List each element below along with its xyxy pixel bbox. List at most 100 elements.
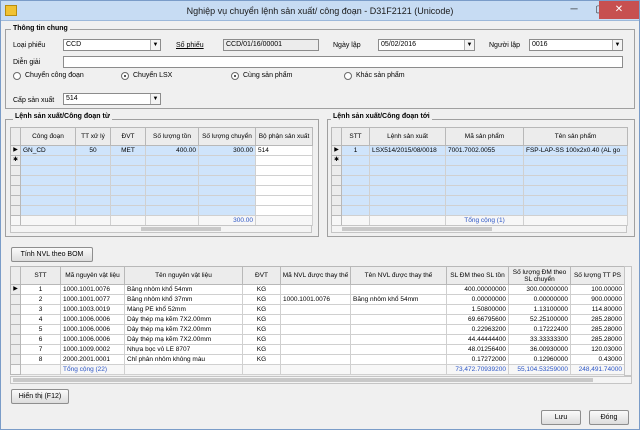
cell[interactable]: 300.00000000 bbox=[508, 284, 571, 295]
table-row[interactable]: 3 1000.1003.0019 Màng PE khổ 52mm KG 1.50800… bbox=[10, 304, 625, 315]
cell[interactable] bbox=[350, 284, 447, 295]
cell[interactable] bbox=[350, 344, 447, 355]
table-row[interactable]: ▶ 1 1000.1001.0076 Băng nhôm khổ 54mm KG 400.… bbox=[10, 284, 625, 295]
minimize-button[interactable]: ─ bbox=[561, 1, 587, 19]
col-bo-phan-san-xuat[interactable]: Bộ phận sản xuất bbox=[255, 127, 313, 146]
cell[interactable]: Dây thép mạ kẽm 7X2.00mm bbox=[124, 314, 243, 325]
table-row[interactable]: ▶ 1 LSX514/2015/08/0018 7001.7002.0055 F… bbox=[331, 145, 628, 156]
cell[interactable]: FSP-LAP-SS 100x2x0.40 (AL go bbox=[523, 145, 628, 156]
cell[interactable]: Màng PE khổ 52mm bbox=[124, 304, 243, 315]
col-ten-nvl-thay-the[interactable]: Tên NVL được thay thế bbox=[350, 266, 447, 285]
cell[interactable]: 44.44444400 bbox=[446, 334, 509, 345]
cell[interactable]: 1000.1009.0002 bbox=[60, 344, 125, 355]
col-stt[interactable]: STT bbox=[341, 127, 370, 146]
table-row[interactable]: 4 1000.1006.0006 Dây thép mạ kẽm 7X2.00mm K… bbox=[10, 314, 625, 325]
cell[interactable]: 400.00 bbox=[145, 145, 199, 156]
table-row[interactable]: 8 2000.2001.0001 Chỉ phân nhôm không màu KG… bbox=[10, 354, 625, 365]
cell[interactable]: Băng nhôm khổ 54mm bbox=[350, 294, 447, 305]
cell[interactable]: 1 bbox=[20, 284, 61, 295]
cell[interactable]: 0.22963200 bbox=[446, 324, 509, 335]
cell[interactable]: 2 bbox=[20, 294, 61, 305]
col-so-luong-tt-ps[interactable]: Số lượng TT PS bbox=[570, 266, 625, 285]
cell[interactable]: 36.00930000 bbox=[508, 344, 571, 355]
cell[interactable]: KG bbox=[242, 354, 281, 365]
luu-button[interactable]: Lưu bbox=[541, 410, 581, 425]
cell[interactable] bbox=[350, 314, 447, 325]
cell[interactable]: KG bbox=[242, 314, 281, 325]
material-grid-vscrollbar[interactable] bbox=[624, 266, 632, 376]
table-row[interactable]: 6 1000.1006.0006 Dây thép mạ kẽm 7X2.00mm K… bbox=[10, 334, 625, 345]
cell[interactable]: 5 bbox=[20, 324, 61, 335]
cap-san-xuat-combo[interactable]: 514 ▼ bbox=[63, 93, 161, 105]
cell[interactable]: 300.00 bbox=[198, 145, 256, 156]
cell[interactable]: 0.00000000 bbox=[446, 294, 509, 305]
dong-button[interactable]: Đóng bbox=[589, 410, 629, 425]
cell[interactable] bbox=[350, 334, 447, 345]
cell[interactable]: 52.25100000 bbox=[508, 314, 571, 325]
from-grid-hscrollbar[interactable] bbox=[10, 225, 312, 233]
scroll-thumb[interactable] bbox=[141, 227, 221, 231]
cell[interactable]: Băng nhôm khổ 37mm bbox=[124, 294, 243, 305]
cell[interactable]: 285.28000 bbox=[570, 324, 625, 335]
cell[interactable]: KG bbox=[242, 334, 281, 345]
cell[interactable]: Dây thép mạ kẽm 7X2.00mm bbox=[124, 334, 243, 345]
cell[interactable]: 33.33333300 bbox=[508, 334, 571, 345]
to-grid-hscrollbar[interactable] bbox=[331, 225, 627, 233]
col-dvt[interactable]: ĐVT bbox=[110, 127, 146, 146]
cell[interactable]: 2000.2001.0001 bbox=[60, 354, 125, 365]
cell[interactable]: 1000.1001.0077 bbox=[60, 294, 125, 305]
cell[interactable]: KG bbox=[242, 284, 281, 295]
cell[interactable]: 0.00000000 bbox=[508, 294, 571, 305]
cell[interactable]: 400.00000000 bbox=[446, 284, 509, 295]
cell[interactable] bbox=[280, 284, 351, 295]
cell[interactable] bbox=[280, 344, 351, 355]
cell[interactable]: 1.50800000 bbox=[446, 304, 509, 315]
scroll-thumb[interactable] bbox=[13, 378, 593, 382]
to-grid[interactable]: STT Lệnh sản xuất Mã sản phẩm Tên sản ph… bbox=[331, 127, 628, 226]
cell[interactable]: 69.66795600 bbox=[446, 314, 509, 325]
cell[interactable]: 4 bbox=[20, 314, 61, 325]
tinh-nvl-theo-bom-button[interactable]: Tính NVL theo BOM bbox=[11, 247, 93, 262]
col-ma-nvl-thay-the[interactable]: Mã NVL được thay thế bbox=[280, 266, 351, 285]
new-row[interactable]: ✱ bbox=[10, 155, 313, 166]
table-row[interactable]: ▶ GN_CD 50 MET 400.00 300.00 514 bbox=[10, 145, 313, 156]
cell[interactable]: 1000.1001.0076 bbox=[60, 284, 125, 295]
cell[interactable]: 3 bbox=[20, 304, 61, 315]
cell[interactable]: Băng nhôm khổ 54mm bbox=[124, 284, 243, 295]
radio-cung-san-pham[interactable] bbox=[231, 72, 239, 80]
cell[interactable]: 8 bbox=[20, 354, 61, 365]
col-cong-doan[interactable]: Công đoạn bbox=[20, 127, 76, 146]
radio-khac-san-pham[interactable] bbox=[344, 72, 352, 80]
cell[interactable]: 7 bbox=[20, 344, 61, 355]
cell[interactable] bbox=[350, 324, 447, 335]
cell[interactable]: Nhựa bọc vỏ LE 8707 bbox=[124, 344, 243, 355]
so-phieu-field[interactable]: CCD/01/16/00001 bbox=[223, 39, 319, 51]
col-so-luong-ton[interactable]: Số lượng tồn bbox=[145, 127, 199, 146]
cell[interactable]: 120.03000 bbox=[570, 344, 625, 355]
cell[interactable] bbox=[280, 314, 351, 325]
chevron-down-icon[interactable]: ▼ bbox=[150, 40, 160, 50]
cell[interactable]: KG bbox=[242, 294, 281, 305]
table-row[interactable]: 5 1000.1006.0006 Dây thép mạ kẽm 7X2.00mm K… bbox=[10, 324, 625, 335]
col-lenh-san-xuat[interactable]: Lệnh sản xuất bbox=[369, 127, 446, 146]
col-so-luong-chuyen[interactable]: Số lượng chuyển bbox=[198, 127, 256, 146]
cell[interactable]: 0.17272000 bbox=[446, 354, 509, 365]
cell[interactable]: KG bbox=[242, 344, 281, 355]
from-grid[interactable]: Công đoạn TT xử lý ĐVT Số lượng tồn Số l… bbox=[10, 127, 313, 226]
col-ten-san-pham[interactable]: Tên sản phẩm bbox=[523, 127, 628, 146]
cell[interactable] bbox=[280, 304, 351, 315]
cell[interactable]: 514 bbox=[255, 145, 313, 156]
cell[interactable]: 1000.1001.0076 bbox=[280, 294, 351, 305]
cell[interactable]: MET bbox=[110, 145, 146, 156]
cell[interactable] bbox=[280, 354, 351, 365]
cell[interactable]: 285.28000 bbox=[570, 334, 625, 345]
cell[interactable]: 1000.1006.0006 bbox=[60, 314, 125, 325]
scroll-thumb[interactable] bbox=[342, 227, 492, 231]
material-grid[interactable]: STT Mã nguyên vật liệu Tên nguyên vật li… bbox=[10, 266, 625, 375]
loai-phieu-combo[interactable]: CCD ▼ bbox=[63, 39, 161, 51]
dien-giai-input[interactable] bbox=[63, 56, 623, 68]
col-ma-nvl[interactable]: Mã nguyên vật liệu bbox=[60, 266, 125, 285]
cell[interactable]: 114.80000 bbox=[570, 304, 625, 315]
cell[interactable] bbox=[280, 334, 351, 345]
col-sl-dm-chuyen[interactable]: Số lượng ĐM theo SL chuyển bbox=[508, 266, 571, 285]
